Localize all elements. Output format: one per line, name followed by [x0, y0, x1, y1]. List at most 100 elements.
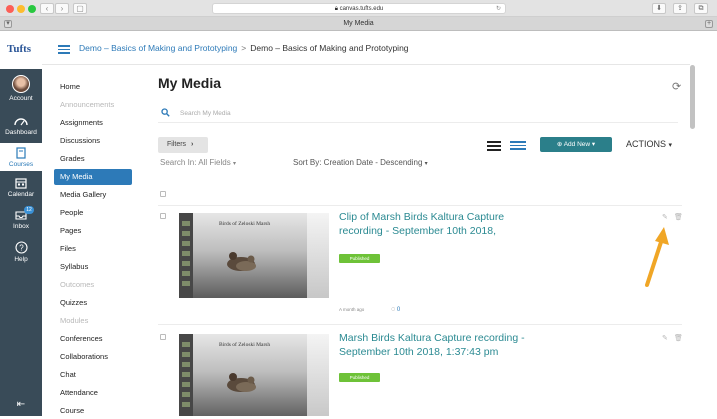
created-age: A month ago [339, 307, 365, 312]
course-nav-media-gallery[interactable]: Media Gallery [54, 187, 132, 203]
breadcrumb-current: Demo – Basics of Making and Prototyping [250, 43, 409, 53]
global-nav-dashboard[interactable]: Dashboard [0, 115, 42, 136]
breadcrumb-course-link[interactable]: Demo – Basics of Making and Prototyping [79, 43, 237, 53]
caret-down-icon: ▾ [232, 161, 236, 167]
course-header: Demo – Basics of Making and Prototyping >… [42, 31, 690, 65]
comments-number: 0 [396, 307, 401, 313]
search-input[interactable]: Search My Media [180, 110, 231, 117]
search-bar[interactable]: Search My Media [158, 105, 678, 123]
book-icon [16, 147, 26, 159]
hamburger-menu-icon[interactable] [58, 45, 70, 54]
course-nav-collaborations[interactable]: Collaborations [54, 349, 132, 365]
edit-pencil-icon[interactable]: ✎ [662, 334, 668, 342]
forward-icon[interactable]: › [55, 3, 69, 14]
share-icon[interactable]: ⇪ [673, 3, 687, 14]
sort-by-dropdown[interactable]: Sort By: Creation Date - Descending ▾ [293, 158, 428, 167]
minimize-window-button[interactable] [17, 5, 25, 13]
reload-icon[interactable]: ↻ [496, 4, 501, 14]
media-title-link[interactable]: Marsh Birds Kaltura Capture recording - … [339, 331, 569, 359]
nav-label: Courses [8, 161, 34, 168]
logo-text: Tufts [7, 43, 32, 55]
course-nav-syllabus[interactable]: Syllabus [54, 259, 132, 275]
close-window-button[interactable] [6, 5, 14, 13]
back-icon[interactable]: ‹ [40, 3, 54, 14]
trash-icon[interactable]: 🗑︎ [674, 334, 683, 342]
media-title-link[interactable]: Clip of Marsh Birds Kaltura Capture reco… [339, 210, 549, 238]
detailed-view-icon[interactable] [510, 141, 526, 150]
page-scrollbar[interactable] [690, 65, 717, 416]
filters-label: Filters [167, 141, 187, 148]
course-nav-modules: Modules [60, 316, 89, 325]
course-nav-quizzes[interactable]: Quizzes [54, 295, 132, 311]
trash-icon[interactable]: 🗑︎ [674, 213, 683, 221]
tabs-overview-icon[interactable]: ⧉ [694, 3, 708, 14]
chevron-right-icon: › [191, 141, 194, 148]
download-icon[interactable]: ⬇ [652, 3, 666, 14]
refresh-icon[interactable]: ⟳ [672, 80, 681, 93]
collapse-nav-button[interactable]: ⇤ [0, 399, 42, 410]
course-nav-announcements: Announcements [60, 100, 115, 109]
my-media-content: My Media ⟳ Search My Media Filters › ⊕ A… [142, 65, 690, 416]
search-in-label: Search In: All Fields [160, 158, 231, 167]
course-nav-chat[interactable]: Chat [54, 367, 132, 383]
course-nav-conferences[interactable]: Conferences [54, 331, 132, 347]
dashboard-icon [14, 118, 28, 126]
global-nav-account[interactable]: Account [0, 75, 42, 102]
global-nav-inbox[interactable]: 12 Inbox [0, 206, 42, 230]
global-navigation: Tufts Account Dashboard Courses Calendar… [0, 31, 42, 416]
global-nav-courses[interactable]: Courses [0, 143, 42, 171]
edit-pencil-icon[interactable]: ✎ [662, 213, 668, 221]
add-new-button[interactable]: ⊕ Add New ▾ [540, 137, 612, 152]
list-view-icon[interactable] [487, 141, 501, 151]
course-nav-attendance[interactable]: Attendance [54, 385, 132, 401]
nav-label: Dashboard [5, 129, 37, 136]
published-badge: Published [339, 373, 380, 382]
published-badge: Published [339, 254, 380, 263]
media-thumbnail[interactable]: Birds of Zeloski Marsh [179, 334, 329, 416]
media-thumbnail[interactable]: Birds of Zeloski Marsh [179, 213, 329, 298]
item-checkbox[interactable] [160, 334, 166, 340]
course-nav-files[interactable]: Files [54, 241, 132, 257]
address-bar[interactable]: 🔒︎ canvas.tufts.edu ↻ [212, 3, 506, 14]
breadcrumb-separator: > [241, 43, 247, 53]
course-nav-my-media[interactable]: My Media [54, 169, 132, 185]
tufts-logo[interactable]: Tufts [0, 31, 42, 69]
item-checkbox[interactable] [160, 213, 166, 219]
new-tab-icon[interactable]: + [705, 20, 713, 28]
sidebar-toggle-icon[interactable]: ▢ [73, 3, 87, 14]
annotation-arrow-icon [645, 227, 669, 287]
global-nav-calendar[interactable]: Calendar [0, 177, 42, 198]
actions-dropdown[interactable]: ACTIONS ▾ [626, 139, 672, 149]
select-all-checkbox[interactable] [160, 191, 166, 197]
course-nav-assignments[interactable]: Assignments [54, 115, 132, 131]
comments-count[interactable]: ◌ 0 [391, 306, 400, 313]
course-nav-grades[interactable]: Grades [54, 151, 132, 167]
course-nav-discussions[interactable]: Discussions [54, 133, 132, 149]
course-nav-people[interactable]: People [54, 205, 132, 221]
course-nav-home[interactable]: Home [54, 79, 132, 95]
browser-toolbar: ‹ › ▢ 🔒︎ canvas.tufts.edu ↻ ⬇ ⇪ ⧉ [0, 0, 717, 17]
filters-button[interactable]: Filters › [158, 137, 208, 153]
course-nav-pages[interactable]: Pages [54, 223, 132, 239]
global-nav-help[interactable]: ? Help [0, 241, 42, 263]
tab-title[interactable]: My Media [0, 20, 717, 27]
breadcrumb: Demo – Basics of Making and Prototyping >… [79, 43, 409, 53]
tab-bar: ▾ My Media + [0, 17, 717, 31]
zoom-window-button[interactable] [28, 5, 36, 13]
scrollbar-thumb[interactable] [690, 65, 695, 129]
collapse-icon: ⇤ [16, 399, 26, 410]
nav-label: Help [14, 256, 28, 263]
course-nav-outcomes: Outcomes [60, 280, 95, 289]
nav-label: Account [9, 95, 33, 102]
caret-down-icon: ▾ [591, 141, 596, 148]
avatar-icon [12, 75, 30, 93]
bird-image [227, 373, 256, 392]
svg-text:?: ? [19, 243, 24, 252]
nav-label: Calendar [7, 191, 35, 198]
plus-circle-icon: ⊕ [556, 141, 563, 148]
search-in-dropdown[interactable]: Search In: All Fields ▾ [160, 158, 236, 167]
course-nav-course[interactable]: Course [54, 403, 132, 419]
bird-image [227, 252, 256, 271]
sort-by-label: Sort By: Creation Date - Descending [293, 158, 423, 167]
nav-label: Inbox [13, 223, 29, 230]
